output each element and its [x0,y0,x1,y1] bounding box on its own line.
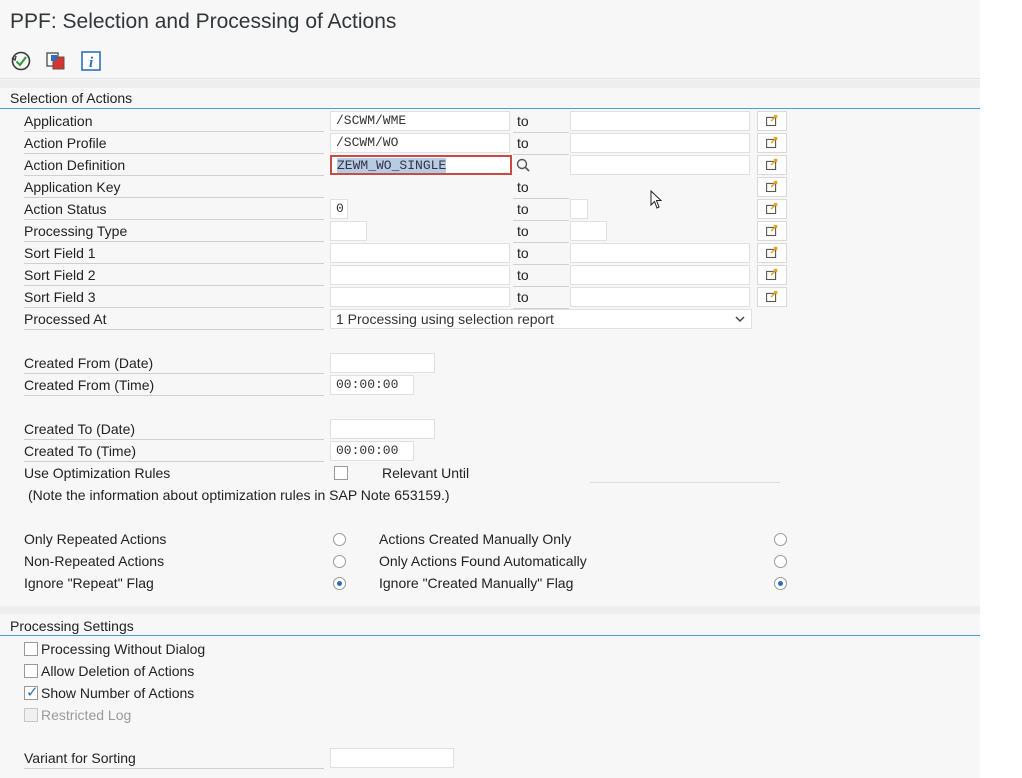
application-key-label: Application Key [24,177,324,198]
multiple-selection-icon[interactable] [757,155,787,175]
action-status-to-label: to [517,201,529,217]
ignore-repeat-flag-label: Ignore "Repeat" Flag [24,575,154,591]
non-repeated-actions-radio[interactable] [333,555,346,568]
mouse-cursor-icon [650,190,663,209]
chevron-down-icon[interactable] [735,315,745,323]
multiple-selection-icon[interactable] [757,243,787,263]
multiple-selection-icon[interactable] [757,199,787,219]
multiple-selection-icon[interactable] [757,265,787,285]
sort-field-3-to-label: to [517,289,529,305]
created-manually-only-label: Actions Created Manually Only [379,531,572,547]
multiple-selection-icon[interactable] [757,111,787,131]
get-variant-icon[interactable] [45,50,67,72]
action-profile-to-label: to [517,135,529,151]
optimization-note: (Note the information about optimization… [28,487,450,503]
show-number-of-actions-label: Show Number of Actions [41,685,195,701]
processing-without-dialog-label: Processing Without Dialog [41,641,206,657]
use-optimization-rules-checkbox[interactable] [334,466,348,480]
section-divider [0,606,980,614]
action-status-label: Action Status [24,199,324,220]
action-profile-label: Action Profile [24,133,324,154]
processing-section-line [0,635,980,636]
multiple-selection-icon[interactable] [757,177,787,197]
sort-field-2-label: Sort Field 2 [24,265,324,286]
allow-deletion-label: Allow Deletion of Actions [41,663,195,679]
multiple-selection-icon[interactable] [757,221,787,241]
processing-without-dialog-checkbox[interactable] [24,642,38,656]
action-profile-to-field[interactable] [570,133,750,153]
ignore-repeat-flag-radio[interactable] [333,577,346,590]
processing-type-from-field[interactable] [330,221,367,241]
ignore-created-manually-flag-label: Ignore "Created Manually" Flag [379,575,574,591]
variant-for-sorting-label: Variant for Sorting [24,748,324,769]
sort-field-2-from-field[interactable] [330,265,510,285]
processing-type-label: Processing Type [24,221,324,242]
use-optimization-rules-label: Use Optimization Rules [24,465,171,481]
section-divider [0,80,980,88]
application-key-to-label: to [517,179,529,195]
toolbar: i [0,44,980,79]
selection-section-header: Selection of Actions [10,90,133,106]
execute-icon[interactable] [10,50,32,72]
application-to-label: to [517,113,529,129]
sort-field-2-to-label: to [517,267,529,283]
only-repeated-actions-label: Only Repeated Actions [24,531,167,547]
non-repeated-actions-label: Non-Repeated Actions [24,553,165,569]
variant-for-sorting-field[interactable] [330,748,454,768]
created-to-time-label: Created To (Time) [24,441,324,462]
info-icon[interactable]: i [80,50,102,72]
selection-section-line [0,108,980,109]
created-to-date-field[interactable] [330,419,435,439]
action-definition-value: ZEWM_WO_SINGLE [337,158,447,173]
action-definition-from-field[interactable]: ZEWM_WO_SINGLE [330,155,512,175]
checkmark-icon: ✓ [26,684,39,701]
main-panel: PPF: Selection and Processing of Actions… [0,0,980,778]
application-from-field[interactable]: /SCWM/WME [330,111,510,131]
found-automatically-label: Only Actions Found Automatically [379,553,587,569]
show-number-of-actions-checkbox[interactable]: ✓ [24,684,39,701]
multiple-selection-icon[interactable] [757,133,787,153]
found-automatically-radio[interactable] [774,555,787,568]
multiple-selection-icon[interactable] [757,287,787,307]
created-manually-only-radio[interactable] [774,533,787,546]
sort-field-1-label: Sort Field 1 [24,243,324,264]
restricted-log-label: Restricted Log [41,707,132,723]
sort-field-3-label: Sort Field 3 [24,287,324,308]
processing-section-header: Processing Settings [10,618,134,634]
sort-field-3-to-field[interactable] [570,287,750,307]
processed-at-label: Processed At [24,309,324,330]
processing-type-to-label: to [517,223,529,239]
relevant-until-field-line[interactable] [590,482,780,483]
value-help-icon[interactable] [514,156,532,174]
created-from-time-label: Created From (Time) [24,375,324,396]
sort-field-1-from-field[interactable] [330,243,510,263]
created-from-date-label: Created From (Date) [24,353,324,374]
created-from-time-field[interactable]: 00:00:00 [330,375,414,395]
created-from-date-field[interactable] [330,353,435,373]
action-profile-from-field[interactable]: /SCWM/WO [330,133,510,153]
page-title: PPF: Selection and Processing of Actions [10,10,397,33]
processed-at-dropdown[interactable]: 1 Processing using selection report [330,309,752,329]
action-definition-to-field[interactable] [570,155,750,175]
relevant-until-label: Relevant Until [382,465,470,481]
created-to-date-label: Created To (Date) [24,419,324,440]
sort-field-1-to-field[interactable] [570,243,750,263]
only-repeated-actions-radio[interactable] [333,533,346,546]
allow-deletion-checkbox[interactable] [24,664,38,678]
title-bar: PPF: Selection and Processing of Actions [0,0,980,44]
processing-type-to-field[interactable] [570,221,607,241]
created-to-time-field[interactable]: 00:00:00 [330,441,414,461]
ignore-created-manually-flag-radio[interactable] [774,577,787,590]
action-status-to-field[interactable] [570,199,588,219]
action-status-from-field[interactable]: 0 [330,199,348,219]
sort-field-1-to-label: to [517,245,529,261]
sort-field-3-from-field[interactable] [330,287,510,307]
restricted-log-checkbox [24,708,38,722]
application-label: Application [24,111,324,132]
sort-field-2-to-field[interactable] [570,265,750,285]
application-to-field[interactable] [570,111,750,131]
action-definition-label: Action Definition [24,155,324,176]
processed-at-value: 1 Processing using selection report [336,311,554,327]
